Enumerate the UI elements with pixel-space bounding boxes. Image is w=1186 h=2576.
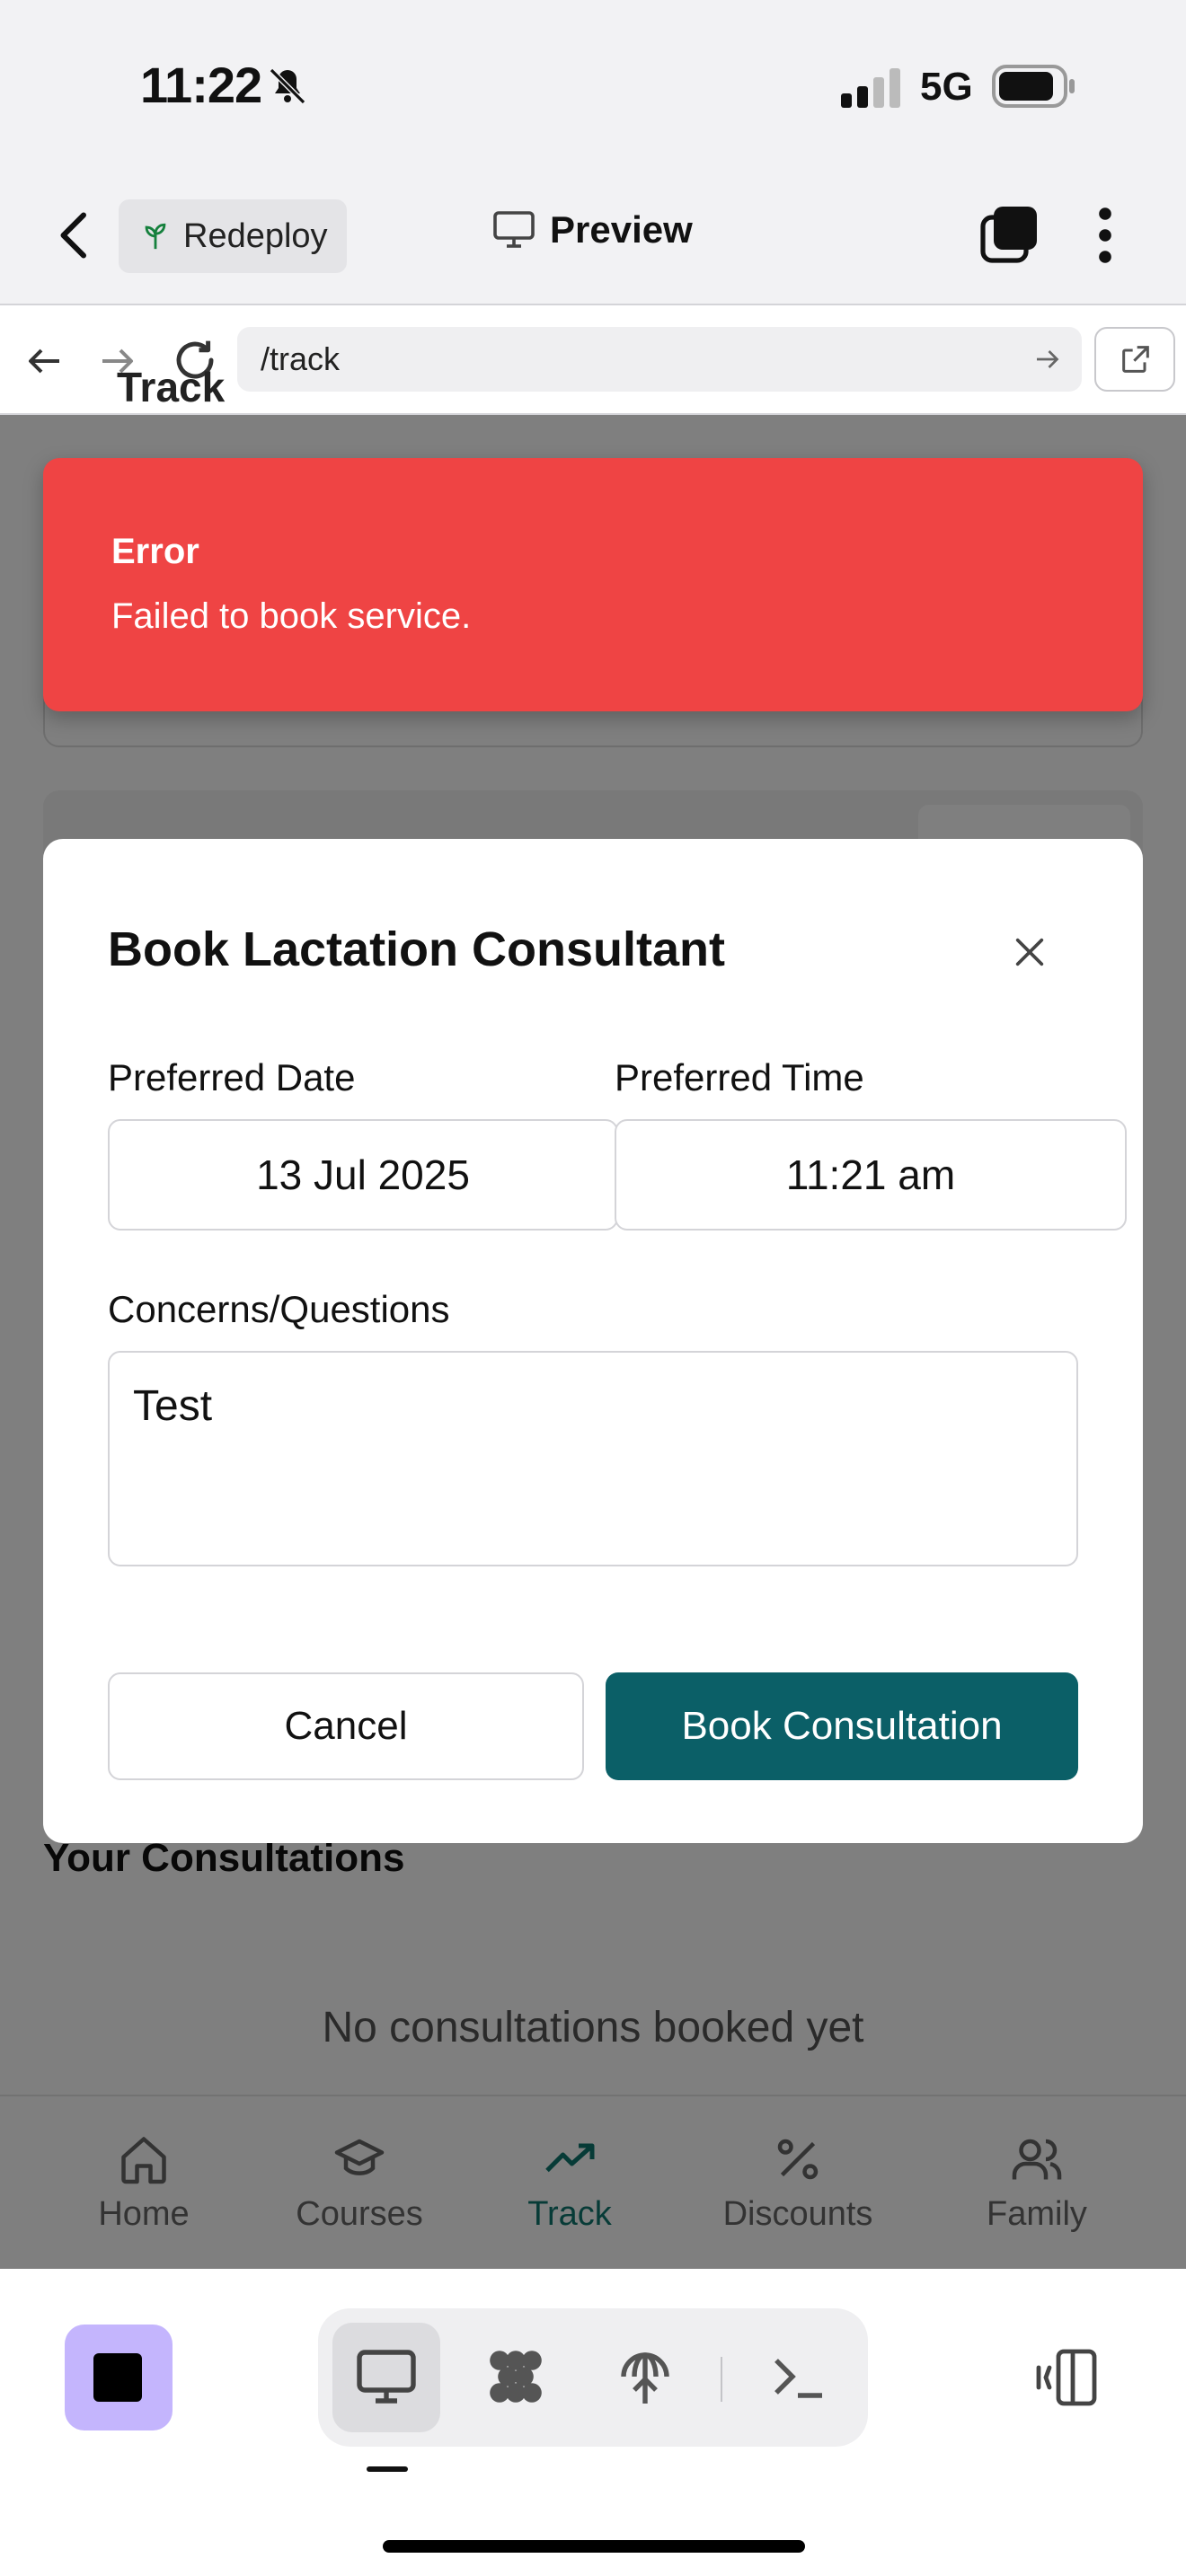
puzzle-grid-icon[interactable] (483, 2344, 548, 2409)
close-icon[interactable] (1012, 934, 1048, 970)
preview-label: Preview (550, 208, 693, 251)
book-consultation-button[interactable]: Book Consultation (606, 1672, 1078, 1780)
terminal-icon[interactable] (766, 2344, 830, 2409)
stop-icon (93, 2353, 142, 2402)
external-link-icon (1122, 346, 1149, 373)
preferred-time-input[interactable]: 11:21 am (615, 1119, 1127, 1231)
preview-title: Preview (492, 208, 693, 251)
page-title: Track (117, 364, 226, 410)
deploy-tree-icon[interactable] (613, 2344, 677, 2409)
url-text: /track (261, 340, 341, 377)
redeploy-button[interactable]: Redeploy (119, 199, 347, 273)
sprout-icon (145, 223, 166, 250)
active-view-indicator (367, 2466, 408, 2472)
open-external-button[interactable] (1094, 327, 1175, 392)
more-vertical-icon[interactable] (1094, 207, 1116, 264)
error-toast (43, 458, 1143, 711)
monitor-icon (493, 211, 535, 248)
concerns-textarea[interactable]: Test (108, 1351, 1078, 1566)
battery-icon (992, 65, 1075, 108)
toast-message: Failed to book service. (111, 596, 472, 636)
url-input[interactable]: /track (237, 327, 1082, 392)
network-type: 5G (920, 65, 973, 109)
tabs-icon[interactable] (979, 205, 1039, 264)
preferred-time-label: Preferred Time (615, 1056, 864, 1098)
switcher-divider (721, 2357, 722, 2402)
status-time: 11:22 (140, 57, 262, 113)
toast-title: Error (111, 532, 199, 571)
back-arrow-icon[interactable] (52, 208, 97, 262)
url-go-arrow-icon[interactable] (1031, 343, 1064, 375)
dialog-title: Book Lactation Consultant (108, 922, 725, 976)
redeploy-label: Redeploy (183, 216, 328, 255)
preferred-date-label: Preferred Date (108, 1056, 356, 1098)
concerns-label: Concerns/Questions (108, 1288, 450, 1330)
preferred-date-input[interactable]: 13 Jul 2025 (108, 1119, 618, 1231)
signal-icon (841, 68, 900, 108)
cancel-button[interactable]: Cancel (108, 1672, 584, 1780)
home-indicator (383, 2540, 805, 2553)
monitor-icon[interactable] (354, 2344, 419, 2409)
nav-back-icon[interactable] (23, 340, 66, 383)
panel-layout-icon[interactable] (1033, 2346, 1102, 2409)
bell-muted-icon (269, 67, 306, 105)
